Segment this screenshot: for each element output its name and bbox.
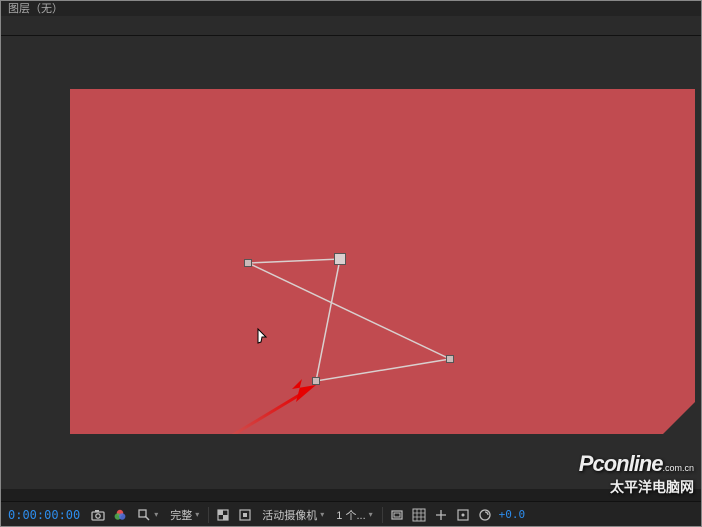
magnification-dropdown[interactable]: ▾ [134, 508, 161, 522]
camera-dropdown[interactable]: 活动摄像机 ▾ [259, 507, 327, 523]
chevron-down-icon: ▾ [195, 510, 199, 519]
exposure-value[interactable]: +0.0 [499, 508, 526, 521]
mask-vertex[interactable] [312, 377, 320, 385]
camera-label: 活动摄像机 [262, 507, 317, 523]
chevron-down-icon: ▾ [320, 510, 324, 519]
pen-cursor-icon [256, 327, 272, 345]
separator [382, 507, 383, 523]
mask-vertex[interactable] [244, 259, 252, 267]
view-count-label: 1 个... [336, 507, 365, 523]
view-layout-dropdown[interactable]: 1 个... ▾ [333, 507, 375, 523]
panel-title: 图层（无） [8, 0, 63, 16]
separator [208, 507, 209, 523]
magnify-icon [137, 508, 151, 522]
snapshot-icon[interactable] [90, 507, 106, 523]
grid-icon[interactable] [411, 507, 427, 523]
composition-canvas[interactable] [70, 89, 695, 434]
color-management-icon[interactable] [112, 507, 128, 523]
mask-vertex[interactable] [334, 253, 346, 265]
chevron-down-icon: ▾ [154, 510, 158, 519]
mask-visibility-icon[interactable] [237, 507, 253, 523]
timecode-display[interactable]: 0:00:00:00 [4, 508, 84, 522]
transparency-grid-icon[interactable] [215, 507, 231, 523]
panel-header: 图层（无） [0, 0, 702, 16]
annotation-arrow [70, 89, 695, 434]
channel-icon[interactable] [455, 507, 471, 523]
resolution-dropdown[interactable]: 完整 ▾ [167, 507, 202, 523]
resolution-label: 完整 [170, 507, 192, 523]
mask-vertex[interactable] [446, 355, 454, 363]
guides-icon[interactable] [433, 507, 449, 523]
viewer-footer: 0:00:00:00 ▾ 完整 ▾ 活动摄像机 ▾ 1 个... ▾ [0, 501, 702, 527]
chevron-down-icon: ▾ [369, 510, 373, 519]
composition-viewer[interactable] [0, 36, 702, 489]
exposure-reset-icon[interactable] [477, 507, 493, 523]
safe-zones-icon[interactable] [389, 507, 405, 523]
panel-tab-strip[interactable] [0, 16, 702, 36]
fold-corner-icon [663, 402, 695, 434]
mask-path[interactable] [70, 89, 695, 434]
